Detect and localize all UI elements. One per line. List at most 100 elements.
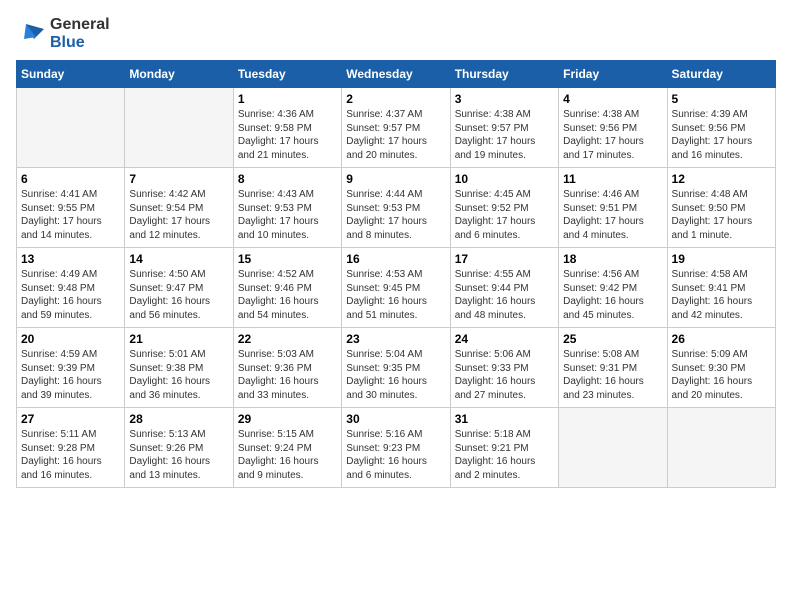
day-info: Sunrise: 5:11 AMSunset: 9:28 PMDaylight:… [21, 428, 120, 482]
logo-general: General [50, 16, 110, 33]
day-number: 9 [346, 172, 445, 186]
day-number: 5 [672, 92, 771, 106]
day-number: 10 [455, 172, 554, 186]
day-info: Sunrise: 5:04 AMSunset: 9:35 PMDaylight:… [346, 348, 445, 402]
day-info: Sunrise: 5:13 AMSunset: 9:26 PMDaylight:… [129, 428, 228, 482]
calendar-cell: 31Sunrise: 5:18 AMSunset: 9:21 PMDayligh… [450, 408, 558, 488]
calendar-cell: 16 Sunrise: 4:53 AMSunset: 9:45 PMDayligh… [342, 248, 450, 328]
calendar-cell: 6 Sunrise: 4:41 AMSunset: 9:55 PMDaylight… [17, 168, 125, 248]
day-number: 18 [563, 252, 662, 266]
calendar-cell: 24 Sunrise: 5:06 AMSunset: 9:33 PMDayligh… [450, 328, 558, 408]
day-number: 4 [563, 92, 662, 106]
week-row-2: 6 Sunrise: 4:41 AMSunset: 9:55 PMDaylight… [17, 168, 776, 248]
logo-text: GeneralBlue [50, 16, 110, 52]
calendar-cell: 29Sunrise: 5:15 AMSunset: 9:24 PMDayligh… [233, 408, 341, 488]
day-number: 17 [455, 252, 554, 266]
day-number: 13 [21, 252, 120, 266]
day-header-friday: Friday [559, 61, 667, 88]
day-info: Sunrise: 5:18 AMSunset: 9:21 PMDaylight:… [455, 428, 554, 482]
day-number: 20 [21, 332, 120, 346]
calendar-cell: 23 Sunrise: 5:04 AMSunset: 9:35 PMDayligh… [342, 328, 450, 408]
calendar-cell: 22Sunrise: 5:03 AMSunset: 9:36 PMDayligh… [233, 328, 341, 408]
day-info: Sunrise: 4:50 AMSunset: 9:47 PMDaylight:… [129, 268, 228, 322]
calendar-cell: 9 Sunrise: 4:44 AMSunset: 9:53 PMDaylight… [342, 168, 450, 248]
calendar-cell: 3 Sunrise: 4:38 AMSunset: 9:57 PMDaylight… [450, 88, 558, 168]
calendar-cell: 2 Sunrise: 4:37 AMSunset: 9:57 PMDaylight… [342, 88, 450, 168]
day-number: 28 [129, 412, 228, 426]
day-number: 3 [455, 92, 554, 106]
calendar-table: SundayMondayTuesdayWednesdayThursdayFrid… [16, 60, 776, 488]
week-row-4: 20 Sunrise: 4:59 AMSunset: 9:39 PMDayligh… [17, 328, 776, 408]
calendar-cell: 18 Sunrise: 4:56 AMSunset: 9:42 PMDayligh… [559, 248, 667, 328]
calendar-cell: 11 Sunrise: 4:46 AMSunset: 9:51 PMDayligh… [559, 168, 667, 248]
calendar-cell: 21Sunrise: 5:01 AMSunset: 9:38 PMDayligh… [125, 328, 233, 408]
calendar-cell [125, 88, 233, 168]
calendar-cell: 15 Sunrise: 4:52 AMSunset: 9:46 PMDayligh… [233, 248, 341, 328]
day-info: Sunrise: 5:16 AMSunset: 9:23 PMDaylight:… [346, 428, 445, 482]
day-info: Sunrise: 4:44 AMSunset: 9:53 PMDaylight:… [346, 188, 445, 242]
calendar-cell [667, 408, 775, 488]
day-header-thursday: Thursday [450, 61, 558, 88]
day-number: 6 [21, 172, 120, 186]
calendar-cell: 26 Sunrise: 5:09 AMSunset: 9:30 PMDayligh… [667, 328, 775, 408]
day-number: 15 [238, 252, 337, 266]
day-number: 8 [238, 172, 337, 186]
day-info: Sunrise: 5:06 AMSunset: 9:33 PMDaylight:… [455, 348, 554, 402]
day-number: 19 [672, 252, 771, 266]
calendar-cell: 13 Sunrise: 4:49 AMSunset: 9:48 PMDayligh… [17, 248, 125, 328]
calendar-cell [559, 408, 667, 488]
calendar-cell [17, 88, 125, 168]
day-info: Sunrise: 4:39 AMSunset: 9:56 PMDaylight:… [672, 108, 771, 162]
day-header-tuesday: Tuesday [233, 61, 341, 88]
day-header-saturday: Saturday [667, 61, 775, 88]
logo: GeneralBlue [16, 16, 110, 52]
day-info: Sunrise: 4:48 AMSunset: 9:50 PMDaylight:… [672, 188, 771, 242]
day-info: Sunrise: 5:08 AMSunset: 9:31 PMDaylight:… [563, 348, 662, 402]
day-number: 23 [346, 332, 445, 346]
day-number: 14 [129, 252, 228, 266]
day-number: 12 [672, 172, 771, 186]
day-header-wednesday: Wednesday [342, 61, 450, 88]
calendar-cell: 25 Sunrise: 5:08 AMSunset: 9:31 PMDayligh… [559, 328, 667, 408]
day-number: 1 [238, 92, 337, 106]
day-info: Sunrise: 4:49 AMSunset: 9:48 PMDaylight:… [21, 268, 120, 322]
day-info: Sunrise: 5:15 AMSunset: 9:24 PMDaylight:… [238, 428, 337, 482]
day-info: Sunrise: 4:42 AMSunset: 9:54 PMDaylight:… [129, 188, 228, 242]
day-info: Sunrise: 4:53 AMSunset: 9:45 PMDaylight:… [346, 268, 445, 322]
calendar-cell: 12 Sunrise: 4:48 AMSunset: 9:50 PMDayligh… [667, 168, 775, 248]
day-info: Sunrise: 5:09 AMSunset: 9:30 PMDaylight:… [672, 348, 771, 402]
logo-bird-icon [16, 19, 46, 49]
day-info: Sunrise: 4:56 AMSunset: 9:42 PMDaylight:… [563, 268, 662, 322]
calendar-cell: 8 Sunrise: 4:43 AMSunset: 9:53 PMDaylight… [233, 168, 341, 248]
day-info: Sunrise: 5:03 AMSunset: 9:36 PMDaylight:… [238, 348, 337, 402]
week-row-1: 1 Sunrise: 4:36 AMSunset: 9:58 PMDaylight… [17, 88, 776, 168]
day-info: Sunrise: 4:36 AMSunset: 9:58 PMDaylight:… [238, 108, 337, 162]
day-number: 2 [346, 92, 445, 106]
day-info: Sunrise: 4:58 AMSunset: 9:41 PMDaylight:… [672, 268, 771, 322]
page-header: GeneralBlue [16, 16, 776, 52]
day-info: Sunrise: 4:38 AMSunset: 9:57 PMDaylight:… [455, 108, 554, 162]
day-info: Sunrise: 4:41 AMSunset: 9:55 PMDaylight:… [21, 188, 120, 242]
calendar-cell: 7 Sunrise: 4:42 AMSunset: 9:54 PMDaylight… [125, 168, 233, 248]
day-number: 7 [129, 172, 228, 186]
day-info: Sunrise: 4:52 AMSunset: 9:46 PMDaylight:… [238, 268, 337, 322]
calendar-cell: 28 Sunrise: 5:13 AMSunset: 9:26 PMDayligh… [125, 408, 233, 488]
calendar-cell: 20 Sunrise: 4:59 AMSunset: 9:39 PMDayligh… [17, 328, 125, 408]
week-row-5: 27Sunrise: 5:11 AMSunset: 9:28 PMDayligh… [17, 408, 776, 488]
day-info: Sunrise: 4:37 AMSunset: 9:57 PMDaylight:… [346, 108, 445, 162]
week-row-3: 13 Sunrise: 4:49 AMSunset: 9:48 PMDayligh… [17, 248, 776, 328]
day-number: 24 [455, 332, 554, 346]
calendar-cell: 1 Sunrise: 4:36 AMSunset: 9:58 PMDaylight… [233, 88, 341, 168]
calendar-cell: 4Sunrise: 4:38 AMSunset: 9:56 PMDaylight… [559, 88, 667, 168]
day-number: 16 [346, 252, 445, 266]
day-number: 11 [563, 172, 662, 186]
day-header-monday: Monday [125, 61, 233, 88]
day-info: Sunrise: 4:46 AMSunset: 9:51 PMDaylight:… [563, 188, 662, 242]
day-info: Sunrise: 4:59 AMSunset: 9:39 PMDaylight:… [21, 348, 120, 402]
day-info: Sunrise: 4:43 AMSunset: 9:53 PMDaylight:… [238, 188, 337, 242]
day-number: 21 [129, 332, 228, 346]
day-number: 25 [563, 332, 662, 346]
day-number: 30 [346, 412, 445, 426]
day-number: 26 [672, 332, 771, 346]
calendar-cell: 30 Sunrise: 5:16 AMSunset: 9:23 PMDayligh… [342, 408, 450, 488]
